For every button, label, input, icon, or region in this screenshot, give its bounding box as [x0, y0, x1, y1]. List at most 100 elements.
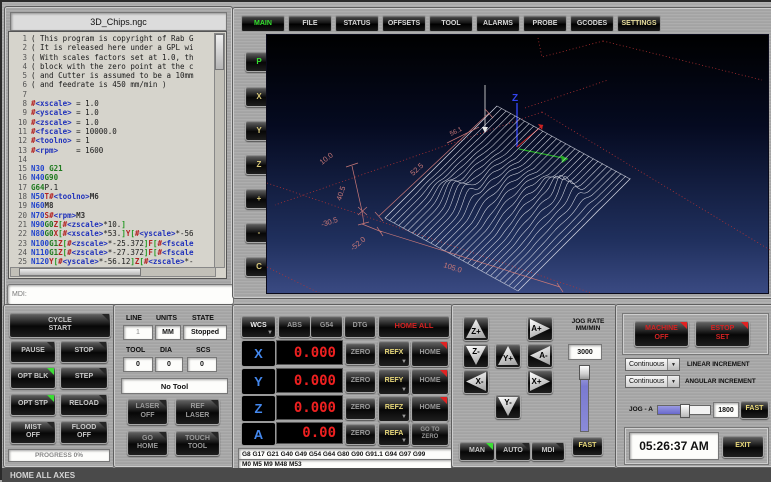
abs-button[interactable]: ABS — [278, 315, 311, 338]
optional-stop-button[interactable]: OPT STP — [10, 393, 56, 416]
auto-mode-button[interactable]: AUTO — [495, 441, 531, 461]
slider-handle[interactable] — [579, 365, 590, 380]
led-icon — [741, 322, 748, 329]
jog-a-minus-button[interactable]: A- — [527, 343, 553, 368]
tab-probe[interactable]: PROBE — [523, 15, 567, 32]
chevron-down-icon: ▼ — [401, 438, 407, 445]
jog-y-plus-button[interactable]: Y+ — [495, 343, 521, 368]
dim-y-offset: -52.0 — [349, 235, 368, 253]
mist-button[interactable]: MIST OFF — [10, 420, 56, 444]
line-value: 1 — [123, 325, 153, 340]
tool-name: No Tool — [121, 378, 228, 394]
jog-right-arrow-icon: X+ — [530, 372, 550, 391]
tool-dia: 0 — [155, 357, 183, 372]
tab-main[interactable]: MAIN — [241, 15, 285, 32]
state-label: STATE — [192, 315, 214, 322]
zero-a-button[interactable]: ZERO — [345, 423, 376, 445]
led-icon — [556, 443, 563, 450]
gremlin-3d-preview[interactable]: Z — [266, 34, 769, 294]
toolpath-plot: Z — [267, 35, 770, 293]
dim-z-bottom: -30.5 — [320, 215, 339, 229]
mdi-input[interactable]: MDI: — [7, 284, 234, 305]
tab-settings[interactable]: SETTINGS — [617, 15, 661, 32]
tab-gcodes[interactable]: GCODES — [570, 15, 614, 32]
led-icon — [486, 443, 493, 450]
home-all-button[interactable]: HOME ALL — [378, 315, 450, 338]
ref-a-button[interactable]: REFA ▼ — [378, 422, 410, 446]
flood-button[interactable]: FLOOD OFF — [60, 420, 108, 444]
g54-button[interactable]: G54 — [310, 315, 343, 338]
gcode-lines: 1( This program is copyright of Rab G2( … — [10, 34, 215, 267]
jog-rate-slider[interactable] — [580, 366, 589, 432]
jog-panel: Z+ A+ Z- Y+ A- X- X+ Y- JOG RATE MM/MIN … — [452, 305, 616, 467]
scroll-thumb[interactable] — [215, 34, 224, 70]
led-icon — [99, 342, 106, 349]
jog-x-minus-button[interactable]: X- — [463, 369, 489, 394]
scroll-thumb[interactable] — [19, 268, 141, 276]
wcs-button[interactable]: WCS ▼ — [241, 315, 276, 338]
ref-laser-button[interactable]: REF LASER — [175, 398, 220, 425]
tab-tool[interactable]: TOOL — [429, 15, 473, 32]
slider-handle[interactable] — [680, 404, 690, 418]
zero-y-button[interactable]: ZERO — [345, 370, 376, 393]
code-line: 2( It is released here under a GPL wi — [10, 43, 215, 52]
led-icon — [47, 368, 54, 375]
jog-y-minus-button[interactable]: Y- — [495, 394, 521, 419]
jog-z-minus-button[interactable]: Z- — [463, 343, 489, 368]
jog-a-slider[interactable] — [657, 405, 711, 415]
angular-increment-select[interactable]: Continuous ▼ — [625, 375, 680, 388]
code-line: 6( and feedrate is 450 mm/min ) — [10, 80, 215, 89]
cycle-start-button[interactable]: CYCLE START — [9, 312, 111, 338]
toolpath-wireframe — [385, 106, 630, 291]
ref-z-button[interactable]: REFZ ▼ — [378, 395, 410, 422]
tool-scs: 0 — [187, 357, 217, 372]
jog-up-arrow-icon: Y+ — [498, 346, 518, 365]
jog-x-plus-button[interactable]: X+ — [527, 369, 553, 394]
estop-button[interactable]: ESTOP SET — [695, 320, 750, 347]
optional-block-button[interactable]: OPT BLK — [10, 366, 56, 389]
horizontal-scrollbar[interactable] — [10, 267, 216, 277]
gcode-editor[interactable]: 1( This program is copyright of Rab G2( … — [8, 31, 227, 279]
zero-z-button[interactable]: ZERO — [345, 397, 376, 420]
reload-button[interactable]: RELOAD — [60, 393, 108, 416]
go-to-zero-a-button[interactable]: GO TO ZERO — [411, 422, 449, 446]
jog-rate-label: JOG RATE MM/MIN — [566, 318, 610, 332]
tab-file[interactable]: FILE — [288, 15, 332, 32]
led-icon — [47, 342, 54, 349]
mdi-mode-button[interactable]: MDI — [531, 441, 565, 461]
home-y-button[interactable]: HOME — [411, 368, 449, 395]
home-z-button[interactable]: HOME — [411, 395, 449, 422]
dtg-button[interactable]: DTG — [344, 315, 376, 338]
zero-x-button[interactable]: ZERO — [345, 342, 376, 365]
jog-z-plus-button[interactable]: Z+ — [463, 316, 489, 341]
ref-y-button[interactable]: REFY ▼ — [378, 368, 410, 395]
tab-alarms[interactable]: ALARMS — [476, 15, 520, 32]
code-line: 22N80G0X[#<xscale>*53.]Y[#<yscale>*-56 — [10, 229, 215, 238]
tab-status[interactable]: STATUS — [335, 15, 379, 32]
tab-offsets[interactable]: OFFSETS — [382, 15, 426, 32]
exit-button[interactable]: EXIT — [722, 435, 764, 458]
ref-x-button[interactable]: REFX ▼ — [378, 340, 410, 367]
machine-off-button[interactable]: MACHINE OFF — [634, 320, 689, 347]
stop-button[interactable]: STOP — [60, 340, 108, 363]
slider-fill — [658, 406, 682, 414]
linear-increment-select[interactable]: Continuous ▼ — [625, 358, 680, 371]
jog-a-fast-button[interactable]: FAST — [740, 400, 769, 419]
chevron-down-icon: ▼ — [667, 376, 679, 387]
code-line: 5( and Cutter is assumed to be a 10mm — [10, 71, 215, 80]
go-home-button[interactable]: GO HOME — [127, 430, 168, 456]
jog-left-arrow-icon: X- — [466, 372, 486, 391]
manual-mode-button[interactable]: MAN — [459, 441, 495, 461]
step-button[interactable]: STEP — [60, 366, 108, 389]
pause-button[interactable]: PAUSE — [10, 340, 56, 363]
vertical-scrollbar[interactable] — [214, 33, 225, 268]
dro-value-z: 0.000 — [276, 395, 343, 420]
jog-fast-button[interactable]: FAST — [572, 436, 603, 456]
jog-a-plus-button[interactable]: A+ — [527, 316, 553, 341]
touch-tool-button[interactable]: TOUCH TOOL — [175, 430, 220, 456]
code-line: 7 — [10, 90, 215, 99]
laser-button[interactable]: LASER OFF — [127, 398, 168, 425]
main-window: 3D_Chips.ngc 1( This program is copyrigh… — [0, 0, 771, 480]
home-x-button[interactable]: HOME — [411, 340, 449, 367]
code-line: 1( This program is copyright of Rab G — [10, 34, 215, 43]
